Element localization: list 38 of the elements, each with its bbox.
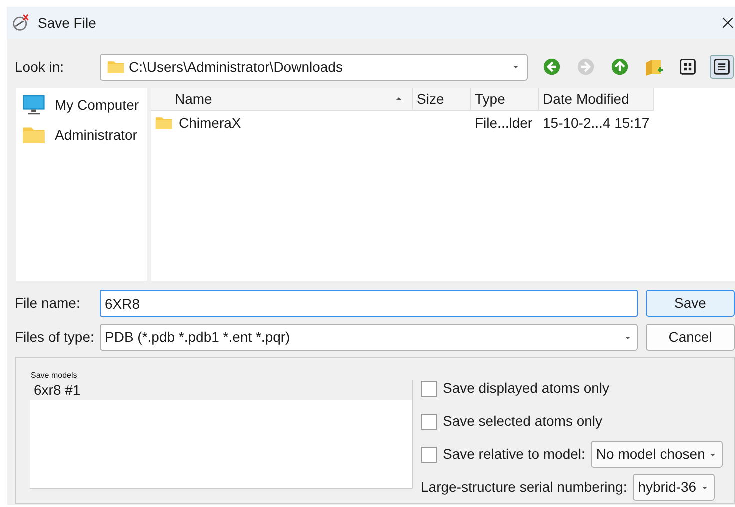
close-icon bbox=[721, 16, 735, 30]
column-header[interactable]: Name bbox=[151, 88, 413, 110]
field-label: Files of type: bbox=[15, 328, 96, 347]
checkbox-label: Save relative to model: bbox=[443, 445, 586, 464]
column-header[interactable]: Size bbox=[413, 88, 471, 110]
toolbar-button[interactable] bbox=[710, 55, 734, 79]
checkbox-label: Save displayed atoms only bbox=[443, 379, 610, 398]
dropdown[interactable]: hybrid-36 bbox=[633, 474, 715, 501]
look-in-label: Look in: bbox=[15, 58, 66, 76]
new-folder-icon bbox=[644, 57, 664, 77]
look-in-dropdown[interactable]: C:\Users\Administrator\Downloads bbox=[100, 54, 528, 80]
checkbox[interactable] bbox=[421, 446, 437, 462]
file-row[interactable]: ChimeraX File...lder 15-10-2...4 15:17 bbox=[151, 111, 735, 135]
checkbox-label: Save selected atoms only bbox=[443, 412, 603, 431]
up-arrow-icon bbox=[611, 58, 629, 76]
table-cell-text: 15-10-2...4 15:17 bbox=[543, 114, 650, 132]
column-header[interactable]: Date Modified bbox=[539, 88, 654, 110]
grid-view-icon bbox=[679, 58, 697, 76]
section-label: Save models bbox=[30, 370, 78, 380]
table-cell-text: ChimeraX bbox=[179, 114, 242, 132]
checkbox[interactable] bbox=[421, 414, 437, 430]
file-type-dropdown[interactable]: PDB (*.pdb *.pdb1 *.ent *.pqr) bbox=[100, 324, 638, 351]
column-header[interactable]: Type bbox=[471, 88, 539, 110]
sidebar-item[interactable]: Administrator bbox=[16, 124, 147, 146]
window-title: Save File bbox=[38, 14, 98, 32]
field-label: Large-structure serial numbering: bbox=[421, 478, 628, 497]
file-name-field[interactable]: 6XR8 bbox=[100, 290, 638, 317]
save-button[interactable]: Save bbox=[646, 290, 735, 317]
table-cell-text: File...lder bbox=[475, 114, 533, 132]
checkbox[interactable] bbox=[421, 380, 437, 396]
field-label: File name: bbox=[15, 294, 82, 313]
cancel-button[interactable]: Cancel bbox=[646, 324, 735, 351]
dropdown[interactable]: No model chosen bbox=[591, 441, 724, 468]
list-view-icon bbox=[713, 58, 731, 76]
computer-icon bbox=[21, 93, 47, 117]
sidebar-item[interactable]: My Computer bbox=[16, 94, 147, 116]
app-logo-icon bbox=[12, 14, 30, 32]
model-list-item[interactable]: 6xr8 #1 bbox=[30, 380, 412, 400]
